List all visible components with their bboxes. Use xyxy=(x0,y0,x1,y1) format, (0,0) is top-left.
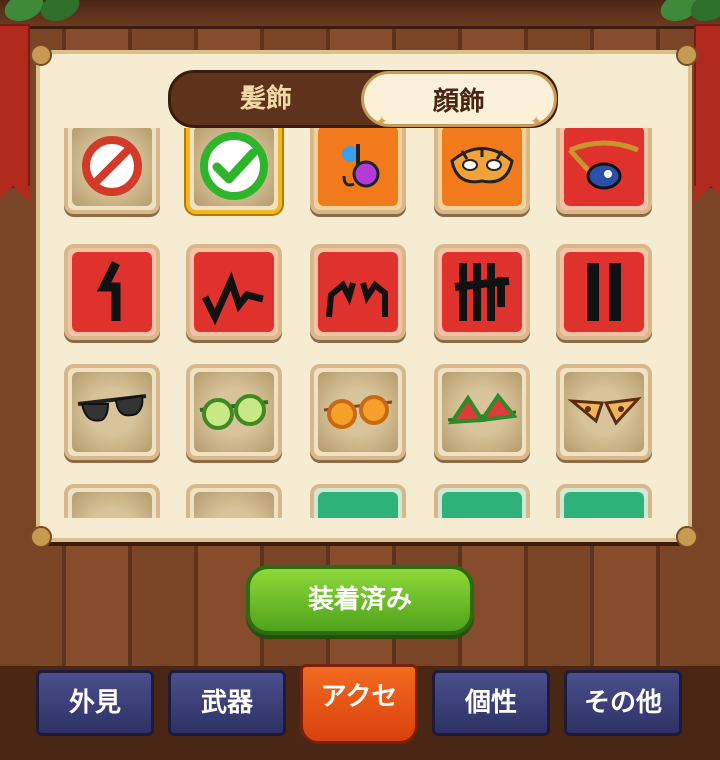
item-slot[interactable] xyxy=(434,484,530,518)
item-slot[interactable] xyxy=(186,484,282,518)
nav-accessory[interactable]: アクセ xyxy=(300,664,418,744)
item-slot[interactable] xyxy=(64,484,160,518)
item-icon xyxy=(560,488,648,518)
corner-ornament xyxy=(676,526,698,548)
music-note-glasses-icon xyxy=(314,128,402,210)
tab-hair-accessory[interactable]: 髪飾 xyxy=(171,73,361,125)
item-slot[interactable] xyxy=(310,484,406,518)
item-icon xyxy=(68,488,156,518)
cucumber-glasses-icon xyxy=(190,368,278,456)
item-slot[interactable] xyxy=(434,244,530,340)
orange-glasses-icon xyxy=(314,368,402,456)
sunglasses-icon xyxy=(68,368,156,456)
item-slot[interactable] xyxy=(64,364,160,460)
nav-personality[interactable]: 個性 xyxy=(432,670,550,736)
item-icon xyxy=(314,488,402,518)
face-paint-1-icon xyxy=(68,248,156,336)
item-slot[interactable] xyxy=(310,128,406,214)
leaf-decoration xyxy=(686,0,720,27)
equipped-button[interactable]: 装着済み xyxy=(246,565,474,635)
face-paint-5-icon xyxy=(560,248,648,336)
tiger-mask-icon xyxy=(438,128,526,210)
item-slot[interactable] xyxy=(64,244,160,340)
item-slot[interactable] xyxy=(556,484,652,518)
item-grid xyxy=(40,128,680,518)
nav-weapon[interactable]: 武器 xyxy=(168,670,286,736)
nav-other[interactable]: その他 xyxy=(564,670,682,736)
checkmark-icon xyxy=(190,128,278,210)
item-slot[interactable] xyxy=(556,364,652,460)
category-toggle: 髪飾 ✦ 顔飾 ✦ xyxy=(168,70,558,130)
tab-face-accessory[interactable]: ✦ 顔飾 ✦ xyxy=(361,71,557,130)
right-banner xyxy=(694,24,720,202)
eyepatch-icon xyxy=(560,128,648,210)
none-icon xyxy=(68,128,156,210)
corner-ornament xyxy=(30,44,52,66)
item-slot[interactable] xyxy=(186,364,282,460)
face-paint-2-icon xyxy=(190,248,278,336)
item-slot[interactable] xyxy=(310,364,406,460)
item-icon xyxy=(190,488,278,518)
leopard-glasses-icon xyxy=(560,368,648,456)
face-paint-4-icon xyxy=(438,248,526,336)
left-banner xyxy=(0,24,30,202)
leaf-decoration xyxy=(36,0,84,27)
item-slot-selected[interactable] xyxy=(186,128,282,214)
item-slot[interactable] xyxy=(434,128,530,214)
top-frame xyxy=(0,0,720,29)
tab-face-label: 顔飾 xyxy=(432,87,485,117)
face-paint-3-icon xyxy=(314,248,402,336)
nav-appearance[interactable]: 外見 xyxy=(36,670,154,736)
corner-ornament xyxy=(30,526,52,548)
item-slot[interactable] xyxy=(556,244,652,340)
item-slot[interactable] xyxy=(310,244,406,340)
item-icon xyxy=(438,488,526,518)
item-slot[interactable] xyxy=(434,364,530,460)
watermelon-glasses-icon xyxy=(438,368,526,456)
item-slot[interactable] xyxy=(186,244,282,340)
item-slot[interactable] xyxy=(64,128,160,214)
item-slot[interactable] xyxy=(556,128,652,214)
corner-ornament xyxy=(676,44,698,66)
